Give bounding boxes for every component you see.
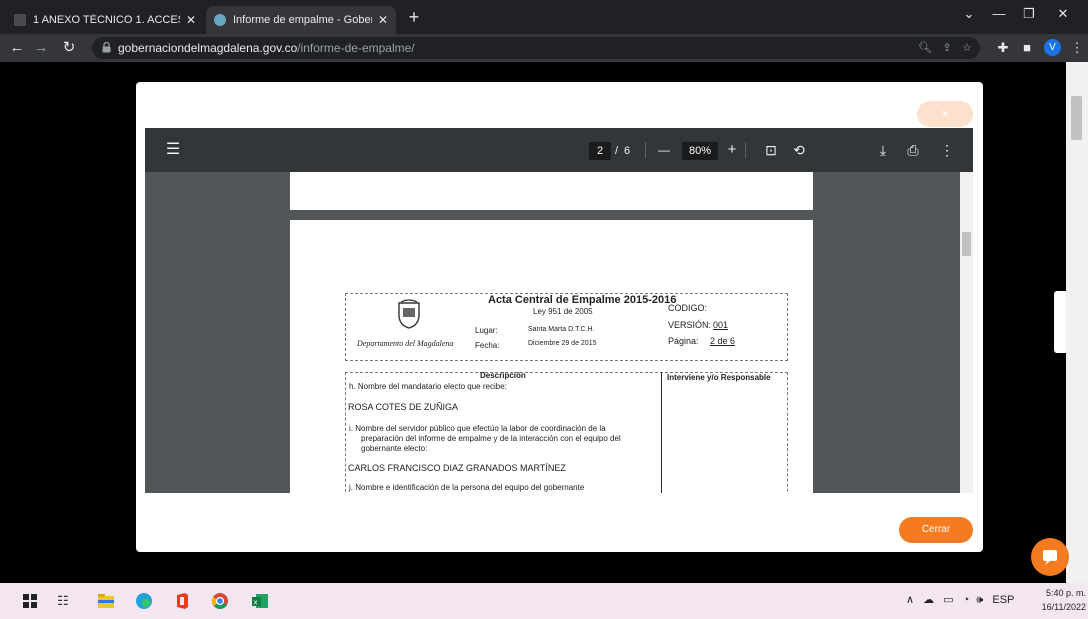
tab-title: Informe de empalme - Gobernac	[233, 14, 372, 26]
task-view-icon[interactable]: ☷	[53, 591, 73, 611]
clock-time: 5:40 p. m.	[1045, 588, 1086, 598]
clock-date: 16/11/2022	[1041, 602, 1086, 612]
doc-codigo-label: CODIGO:	[668, 303, 708, 313]
office-icon[interactable]	[172, 591, 192, 611]
page-scrollbar-thumb[interactable]	[1071, 96, 1082, 140]
pdf-toolbar: ☰ 2 / 6 — 80% + ⊡ ⟲ ⤓ ⎙ ⋮	[145, 128, 973, 172]
chat-glyph-icon	[1043, 550, 1057, 565]
page-number-input[interactable]: 2	[589, 142, 611, 160]
coat-of-arms-logo	[398, 299, 420, 329]
cerrar-button[interactable]: Cerrar	[899, 517, 973, 543]
doc-name-i: CARLOS FRANCISCO DIAZ GRANADOS MARTÍNEZ	[348, 463, 566, 473]
file-explorer-icon[interactable]	[96, 591, 116, 611]
svg-text:x: x	[254, 599, 258, 607]
pdf-scrollbar[interactable]	[960, 172, 973, 493]
fit-page-icon[interactable]: ⊡	[761, 140, 781, 160]
tab-strip: 1 ANEXO TÉCNICO 1. ACCESIBILI ✕ Informe …	[0, 0, 1088, 34]
pdf-viewer[interactable]: Departamento del Magdalena Acta Central …	[145, 172, 973, 493]
doc-item-i-line3: gobernante electo:	[361, 444, 428, 453]
zoom-level-input[interactable]: 80%	[682, 142, 718, 160]
back-arrow-icon[interactable]: ←	[6, 37, 28, 59]
doc-item-h: h. Nombre del mandatario electo que reci…	[349, 382, 507, 391]
new-tab-plus-icon[interactable]: +	[402, 6, 426, 30]
windows-start-icon[interactable]	[20, 591, 40, 611]
doc-col-descripcion: Descripción	[480, 371, 526, 380]
page-total: 6	[624, 145, 631, 157]
pdf-scrollbar-thumb[interactable]	[962, 232, 971, 256]
menu-kebab-icon[interactable]: ⋮	[1066, 37, 1088, 59]
reload-icon[interactable]: ↻	[58, 37, 80, 59]
excel-icon[interactable]: x	[250, 591, 270, 611]
tab-close-icon[interactable]: ✕	[186, 13, 196, 27]
taskbar-clock[interactable]: 5:40 p. m. 16/11/2022	[1036, 586, 1086, 614]
window-close-icon[interactable]: ✕	[1048, 2, 1078, 26]
print-icon[interactable]: ⎙	[903, 140, 923, 160]
hamburger-menu-icon[interactable]: ☰	[163, 140, 183, 160]
doc-fecha-value: Diciembre 29 de 2015	[528, 340, 597, 347]
profile-avatar[interactable]: V	[1044, 39, 1061, 56]
doc-item-j: j. Nombre e identificación de la persona…	[349, 483, 585, 492]
url-path: /informe-de-empalme/	[297, 41, 415, 55]
minimize-icon[interactable]: —	[984, 2, 1014, 26]
page-scrollbar[interactable]	[1066, 62, 1088, 583]
zoom-magnifier-icon[interactable]: 🔍︎	[916, 40, 934, 56]
doc-lugar-label: Lugar:	[475, 326, 498, 335]
site-favicon-icon	[214, 14, 226, 26]
tab-search-chevron-icon[interactable]: ⌄	[954, 2, 984, 26]
zoom-in-button[interactable]: +	[723, 140, 741, 160]
doc-law: Ley 951 de 2005	[533, 307, 593, 316]
url-host: gobernaciondelmagdalena.gov.co	[118, 41, 298, 55]
toolbar-divider	[645, 142, 646, 158]
more-options-icon[interactable]: ⋮	[937, 140, 957, 160]
doc-col-interviene: Interviene y/o Responsable	[667, 373, 771, 382]
cloud-icon[interactable]: ☁	[923, 594, 934, 606]
download-icon[interactable]: ⤓	[873, 140, 893, 160]
doc-version-label: VERSIÓN:	[668, 320, 712, 330]
zoom-out-button[interactable]: —	[655, 140, 673, 160]
tab-title: 1 ANEXO TÉCNICO 1. ACCESIBILI	[33, 14, 180, 26]
doc-table-divider	[661, 372, 662, 493]
side-accessibility-widget[interactable]	[1054, 291, 1066, 353]
browser-toolbar: ← → ↻ gobernaciondelmagdalena.gov.co/inf…	[0, 34, 1088, 62]
doc-lugar-value: Santa Marta D.T.C.H.	[528, 326, 595, 333]
tab-informe-empalme[interactable]: Informe de empalme - Gobernac ✕	[206, 6, 396, 34]
doc-name-h: ROSA COTES DE ZUÑIGA	[348, 402, 459, 412]
tab-anexo-tecnico[interactable]: 1 ANEXO TÉCNICO 1. ACCESIBILI ✕	[6, 6, 204, 34]
wifi-icon[interactable]: ◔	[963, 594, 970, 606]
pdf-page-current: Departamento del Magdalena Acta Central …	[290, 220, 813, 493]
edge-icon[interactable]	[134, 591, 154, 611]
chrome-icon[interactable]	[210, 591, 230, 611]
lock-icon	[102, 42, 111, 53]
chat-bubble-icon[interactable]	[1031, 538, 1069, 576]
extensions-puzzle-icon[interactable]: ✚	[992, 37, 1014, 59]
rotate-icon[interactable]: ⟲	[789, 140, 809, 160]
share-icon[interactable]: ⇪	[938, 40, 956, 56]
doc-version-value: 001	[713, 320, 729, 330]
doc-title: Acta Central de Empalme 2015-2016	[488, 294, 677, 306]
volume-icon[interactable]: 🕪︎	[976, 594, 983, 606]
page-separator: /	[615, 145, 619, 157]
modal-close-button[interactable]: ×	[917, 101, 973, 127]
language-indicator[interactable]: ESP	[992, 594, 1014, 606]
pdf-page-previous	[290, 172, 813, 210]
doc-item-i-line1: i. Nombre del servidor público que efect…	[349, 424, 606, 433]
side-panel-icon[interactable]: ■	[1016, 37, 1038, 59]
tab-close-icon[interactable]: ✕	[378, 13, 388, 27]
gear-favicon-icon	[14, 14, 26, 26]
doc-dept-name: Departamento del Magdalena	[357, 339, 454, 348]
url-text: gobernaciondelmagdalena.gov.co/informe-d…	[118, 41, 415, 55]
battery-icon[interactable]: ▭	[943, 594, 953, 606]
toolbar-divider	[745, 142, 746, 158]
forward-arrow-icon[interactable]: →	[30, 37, 52, 59]
doc-item-i-line2: preparación del informe de empalme y de …	[361, 434, 621, 443]
doc-pagina-value: 2 de 6	[710, 336, 736, 346]
restore-icon[interactable]: ❐	[1014, 2, 1044, 26]
doc-pagina-label: Página:	[668, 336, 699, 346]
tray-chevron-icon[interactable]: ∧	[906, 594, 914, 606]
doc-fecha-label: Fecha:	[475, 341, 500, 350]
system-tray: ∧ ☁ ▭ ◔ 🕪︎ ESP	[906, 593, 1014, 607]
windows-taskbar: ☷ x ∧ ☁ ▭ ◔ 🕪︎ ESP 5:40 p. m. 16/11/2022	[0, 583, 1088, 619]
address-bar[interactable]: gobernaciondelmagdalena.gov.co/informe-d…	[92, 37, 980, 59]
bookmark-star-icon[interactable]: ☆	[958, 40, 976, 56]
